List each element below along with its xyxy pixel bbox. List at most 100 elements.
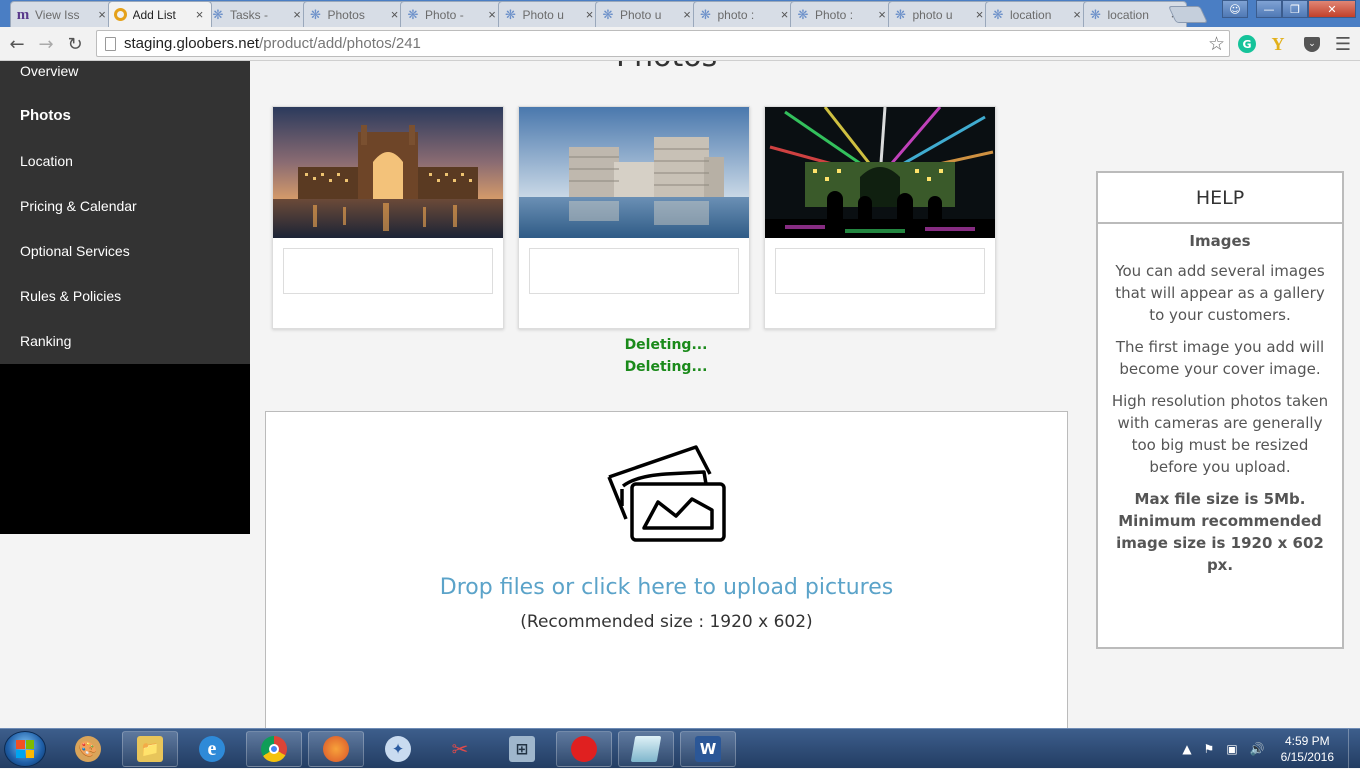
page-title: Photos (616, 61, 717, 74)
menu-icon[interactable]: ☰ (1333, 34, 1353, 55)
clock-time: 4:59 PM (1284, 734, 1330, 748)
tab-close-icon[interactable]: × (1071, 7, 1083, 22)
browser-tab[interactable]: ❋ Photo u × (497, 1, 602, 27)
browser-tab[interactable]: ❋ Photo u × (595, 1, 699, 27)
forward-icon[interactable]: → (34, 32, 58, 56)
photo-card[interactable] (518, 106, 750, 329)
action-center-icon[interactable]: ⚑ (1204, 742, 1215, 756)
url-text: staging.gloobers.net/product/add/photos/… (124, 35, 421, 52)
tab-close-icon[interactable]: × (876, 7, 888, 22)
page-icon (105, 36, 116, 51)
show-desktop-button[interactable] (1348, 729, 1360, 769)
clock-date: 6/15/2016 (1280, 750, 1334, 764)
star-logo-icon: ❋ (1090, 6, 1101, 22)
browser-tab[interactable]: m View Iss × (10, 1, 114, 27)
star-logo-icon: ❋ (505, 6, 516, 22)
star-logo-icon: ❋ (310, 6, 321, 22)
help-paragraph: High resolution photos taken with camera… (1111, 392, 1329, 476)
system-tray: ▲ ⚑ ▣ 🔊 4:59 PM 6/15/2016 (1176, 729, 1360, 769)
tab-close-icon[interactable]: × (291, 7, 303, 22)
pocket-extension-icon[interactable]: ⌄ (1302, 34, 1322, 54)
photo-caption-input[interactable] (529, 248, 739, 294)
image-upload-icon (606, 444, 728, 548)
browser-tab[interactable]: Add List × (107, 1, 212, 27)
tab-close-icon[interactable]: × (974, 7, 986, 22)
volume-icon[interactable]: 🔊 (1250, 742, 1265, 756)
photo-card[interactable] (272, 106, 504, 329)
bookmark-star-icon[interactable]: ☆ (1208, 33, 1225, 55)
status-text: Deleting... (624, 359, 708, 375)
show-hidden-icons-icon[interactable]: ▲ (1182, 742, 1191, 756)
help-paragraph: The first image you add will become your… (1115, 338, 1325, 378)
sidebar-item-rules-policies[interactable]: Rules & Policies (20, 288, 121, 304)
star-logo-icon: ❋ (700, 6, 711, 22)
internet-explorer-icon[interactable]: e (184, 731, 240, 767)
tab-close-icon[interactable]: × (96, 7, 108, 22)
profile-button[interactable]: ☺ (1222, 0, 1248, 18)
browser-tab[interactable]: ❋ Tasks - × (205, 1, 309, 27)
paint-splash-icon[interactable] (556, 731, 612, 767)
photo-thumbnail[interactable] (519, 107, 749, 238)
browser-tab[interactable]: ❋ photo u × (887, 1, 992, 27)
sidebar-item-optional-services[interactable]: Optional Services (20, 243, 130, 259)
word-icon[interactable]: W (680, 731, 736, 767)
tab-close-icon[interactable]: × (681, 7, 693, 22)
upload-link[interactable]: Drop files or click here to upload pictu… (266, 575, 1067, 600)
help-title: HELP (1098, 173, 1342, 224)
tab-title: Photo u (522, 7, 564, 22)
help-subtitle: Images (1189, 232, 1251, 250)
reload-icon[interactable]: ↻ (63, 32, 87, 56)
browser-tab[interactable]: ❋ Photo - × (400, 1, 504, 27)
sidebar-item-photos[interactable]: Photos (20, 107, 71, 124)
m-logo-icon: m (16, 6, 30, 23)
sidebar-item-pricing-calendar[interactable]: Pricing & Calendar (20, 198, 137, 214)
start-button[interactable] (4, 731, 46, 767)
upload-dropzone[interactable]: Drop files or click here to upload pictu… (265, 411, 1068, 728)
sidebar-item-location[interactable]: Location (20, 153, 73, 169)
window-controls: — ❐ ✕ (1256, 0, 1356, 18)
star-logo-icon: ❋ (797, 6, 809, 22)
tab-close-icon[interactable]: × (194, 7, 206, 22)
clock[interactable]: 4:59 PM 6/15/2016 (1281, 733, 1334, 765)
browser-tab[interactable]: ❋ Photo : × (790, 1, 894, 27)
tab-close-icon[interactable]: × (584, 7, 596, 22)
snipping-tool-icon[interactable]: ✂ (432, 731, 488, 767)
photo-card[interactable] (764, 106, 996, 329)
windows-logo-icon (16, 740, 34, 758)
help-body: Images You can add several images that w… (1098, 224, 1342, 576)
tab-title: photo : (717, 7, 755, 22)
tab-title: location (1010, 7, 1052, 22)
firefox-icon[interactable] (308, 731, 364, 767)
network-icon[interactable]: ▣ (1226, 742, 1237, 756)
photo-thumbnail[interactable] (273, 107, 503, 238)
new-tab-button[interactable] (1168, 6, 1208, 23)
yoast-extension-icon[interactable]: Y (1268, 34, 1288, 54)
calculator-icon[interactable]: ⊞ (494, 731, 550, 767)
photo-caption-input[interactable] (775, 248, 985, 294)
back-icon[interactable]: ← (5, 32, 29, 56)
minimize-button[interactable]: — (1256, 0, 1282, 18)
chrome-icon[interactable] (246, 731, 302, 767)
browser-tab[interactable]: ❋ location × (985, 1, 1089, 27)
maximize-button[interactable]: ❐ (1282, 0, 1308, 18)
tab-close-icon[interactable]: × (486, 7, 498, 22)
tab-close-icon[interactable]: × (779, 7, 791, 22)
tab-close-icon[interactable]: × (389, 7, 401, 22)
page-viewport: Overview Photos Location Pricing & Calendar… (0, 61, 1360, 728)
address-bar[interactable]: staging.gloobers.net/product/add/photos/… (96, 30, 1230, 57)
safari-icon[interactable]: ✦ (370, 731, 426, 767)
photo-thumbnail[interactable] (765, 107, 995, 238)
close-window-button[interactable]: ✕ (1308, 0, 1356, 18)
notes-icon[interactable] (618, 731, 674, 767)
photo-caption-input[interactable] (283, 248, 493, 294)
browser-tab[interactable]: ❋ Photos × (302, 1, 407, 27)
grammarly-extension-icon[interactable]: G (1237, 34, 1257, 54)
star-logo-icon: ❋ (407, 6, 419, 22)
explorer-icon[interactable]: 📁 (122, 731, 178, 767)
browser-tab[interactable]: ❋ photo : × (692, 1, 797, 27)
paint-icon[interactable]: 🎨 (60, 731, 116, 767)
sidebar-item-overview[interactable]: Overview (20, 63, 78, 79)
sidebar-item-ranking[interactable]: Ranking (20, 333, 71, 349)
tab-title: Photo - (425, 7, 464, 22)
star-logo-icon: ❋ (602, 6, 614, 22)
